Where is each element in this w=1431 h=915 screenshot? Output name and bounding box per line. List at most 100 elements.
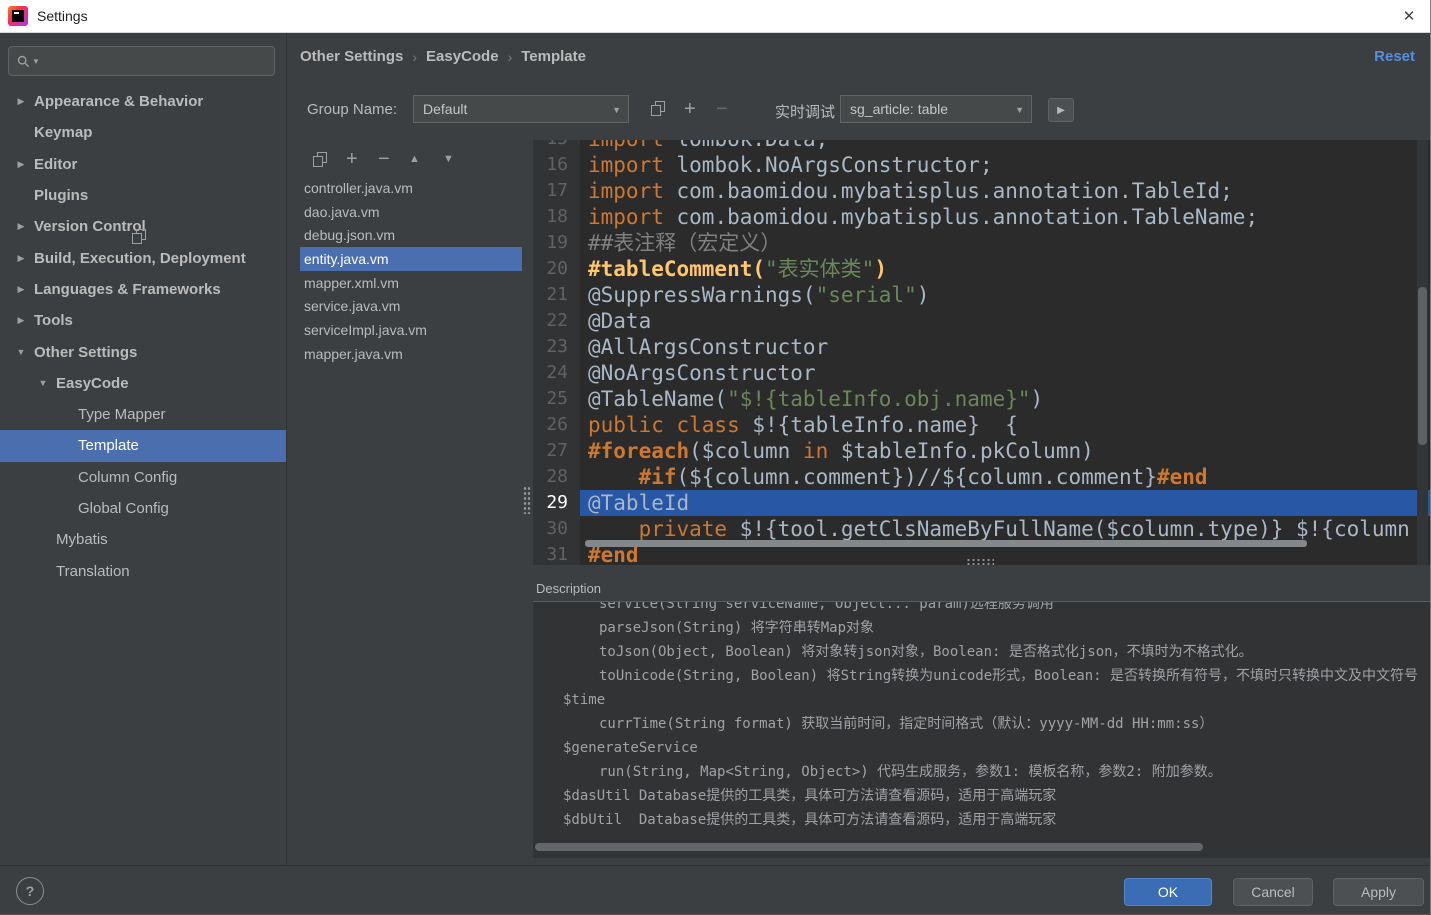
- window-title: Settings: [37, 8, 88, 24]
- code-line-29[interactable]: 29@TableId: [533, 490, 1431, 516]
- copy-template-button[interactable]: [313, 152, 327, 170]
- vertical-splitter-handle[interactable]: [523, 486, 531, 514]
- chevron-right-icon[interactable]: ▶: [14, 315, 28, 326]
- ok-button[interactable]: OK: [1124, 878, 1212, 906]
- chevron-right-icon[interactable]: ▶: [14, 96, 28, 107]
- breadcrumb-item-other-settings[interactable]: Other Settings: [300, 48, 403, 65]
- template-file-controller-java-vm[interactable]: controller.java.vm: [300, 176, 522, 200]
- group-name-value: Default: [423, 101, 467, 117]
- help-button[interactable]: ?: [16, 877, 44, 905]
- sidebar-item-languages-frameworks[interactable]: ▶ Languages & Frameworks: [0, 274, 286, 305]
- code-line-17[interactable]: 17import com.baomidou.mybatisplus.annota…: [533, 178, 1431, 204]
- line-number: 15: [533, 140, 580, 152]
- line-number: 16: [533, 152, 580, 178]
- template-file-service-java-vm[interactable]: service.java.vm: [300, 294, 522, 318]
- reset-link[interactable]: Reset: [1374, 48, 1415, 65]
- code-line-26[interactable]: 26public class $!{tableInfo.name} {: [533, 412, 1431, 438]
- template-file-serviceimpl-java-vm[interactable]: serviceImpl.java.vm: [300, 318, 522, 342]
- code-line-16[interactable]: 16import lombok.NoArgsConstructor;: [533, 152, 1431, 178]
- description-horizontal-scrollbar-thumb[interactable]: [535, 843, 1203, 851]
- sidebar-item-translation[interactable]: Translation: [0, 555, 286, 586]
- sidebar-item-appearance-behavior[interactable]: ▶Appearance & Behavior: [0, 86, 286, 117]
- code-text: #foreach($column in $tableInfo.pkColumn): [580, 438, 1431, 464]
- sidebar-item-label: Languages & Frameworks: [34, 281, 221, 298]
- settings-search-box[interactable]: ▼: [8, 46, 275, 76]
- code-line-23[interactable]: 23@AllArgsConstructor: [533, 334, 1431, 360]
- code-line-19[interactable]: 19##表注释（宏定义）: [533, 230, 1431, 256]
- sidebar-item-global-config[interactable]: Global Config: [0, 493, 286, 524]
- sidebar: ▼ ▶Appearance & BehaviorKeymap▶EditorPlu…: [0, 33, 287, 865]
- sidebar-item-label: Column Config: [78, 469, 177, 486]
- sidebar-item-version-control[interactable]: ▶Version Control: [0, 211, 286, 242]
- editor-code: 15import lombok.Data;16import lombok.NoA…: [533, 140, 1431, 565]
- code-text: @SuppressWarnings("serial"): [580, 282, 1431, 308]
- sidebar-item-build-execution-deployment[interactable]: ▶Build, Execution, Deployment: [0, 242, 286, 273]
- template-file-mapper-java-vm[interactable]: mapper.java.vm: [300, 342, 522, 366]
- code-text: import com.baomidou.mybatisplus.annotati…: [580, 204, 1431, 230]
- code-text: @TableId: [580, 490, 1431, 516]
- sidebar-item-label: Other Settings: [34, 344, 137, 361]
- sidebar-item-label: Tools: [34, 312, 73, 329]
- sidebar-item-mybatis[interactable]: Mybatis: [0, 524, 286, 555]
- debug-table-select[interactable]: sg_article: table ▼: [840, 95, 1032, 123]
- code-text: @AllArgsConstructor: [580, 334, 1431, 360]
- code-line-27[interactable]: 27#foreach($column in $tableInfo.pkColum…: [533, 438, 1431, 464]
- group-name-label: Group Name:: [307, 101, 397, 118]
- cancel-button[interactable]: Cancel: [1233, 878, 1313, 906]
- copy-icon[interactable]: [132, 229, 146, 243]
- sidebar-item-other-settings[interactable]: ▼ Other Settings: [0, 336, 286, 367]
- copy-group-button[interactable]: [651, 101, 665, 119]
- template-editor[interactable]: 15import lombok.Data;16import lombok.NoA…: [533, 140, 1431, 565]
- move-down-icon[interactable]: ▼: [443, 154, 454, 165]
- remove-template-button[interactable]: −: [378, 149, 390, 169]
- add-group-button[interactable]: +: [684, 99, 696, 119]
- sidebar-item-tools[interactable]: ▶ Tools: [0, 305, 286, 336]
- editor-horizontal-scrollbar-thumb[interactable]: [585, 540, 1307, 547]
- chevron-right-icon[interactable]: ▶: [14, 284, 28, 295]
- sidebar-item-easycode[interactable]: ▼EasyCode: [0, 368, 286, 399]
- remove-group-button[interactable]: −: [716, 99, 728, 119]
- breadcrumb-item-template[interactable]: Template: [521, 48, 586, 65]
- sidebar-item-column-config[interactable]: Column Config: [0, 462, 286, 493]
- breadcrumb-separator: ›: [508, 49, 513, 65]
- template-file-mapper-xml-vm[interactable]: mapper.xml.vm: [300, 271, 522, 295]
- line-number: 26: [533, 412, 580, 438]
- group-name-select[interactable]: Default ▼: [413, 95, 629, 123]
- apply-button[interactable]: Apply: [1333, 878, 1424, 906]
- template-file-dao-java-vm[interactable]: dao.java.vm: [300, 200, 522, 224]
- code-line-25[interactable]: 25@TableName("$!{tableInfo.obj.name}"): [533, 386, 1431, 412]
- template-file-debug-json-vm[interactable]: debug.json.vm: [300, 223, 522, 247]
- sidebar-item-editor[interactable]: ▶Editor: [0, 149, 286, 180]
- editor-vertical-scrollbar-thumb[interactable]: [1418, 287, 1427, 445]
- template-file-entity-java-vm[interactable]: entity.java.vm: [300, 247, 522, 271]
- sidebar-item-plugins[interactable]: Plugins: [0, 180, 286, 211]
- horizontal-splitter-handle[interactable]: [966, 558, 994, 566]
- copy-icon: [651, 101, 665, 115]
- sidebar-item-template[interactable]: Template: [0, 430, 286, 461]
- chevron-down-icon[interactable]: ▼: [14, 347, 28, 357]
- move-up-icon[interactable]: ▲: [409, 154, 420, 165]
- add-template-button[interactable]: +: [346, 149, 358, 169]
- search-input[interactable]: [46, 52, 266, 70]
- chevron-right-icon[interactable]: ▶: [14, 159, 28, 170]
- code-line-22[interactable]: 22@Data: [533, 308, 1431, 334]
- sidebar-item-type-mapper[interactable]: Type Mapper: [0, 399, 286, 430]
- close-icon[interactable]: ✕: [1387, 0, 1431, 32]
- sidebar-item-keymap[interactable]: Keymap: [0, 117, 286, 148]
- description-line-4: $time: [533, 688, 1431, 712]
- code-line-21[interactable]: 21@SuppressWarnings("serial"): [533, 282, 1431, 308]
- chevron-right-icon[interactable]: ▶: [14, 221, 28, 232]
- code-line-18[interactable]: 18import com.baomidou.mybatisplus.annota…: [533, 204, 1431, 230]
- code-line-30[interactable]: 30 private $!{tool.getClsNameByFullName(…: [533, 516, 1431, 542]
- code-line-28[interactable]: 28 #if(${column.comment})//${column.comm…: [533, 464, 1431, 490]
- code-line-20[interactable]: 20#tableComment("表实体类"): [533, 256, 1431, 282]
- chevron-down-icon[interactable]: ▼: [36, 378, 50, 388]
- description-panel: service(String serviceName, Object... pa…: [533, 601, 1431, 858]
- code-text: ##表注释（宏定义）: [580, 230, 1431, 256]
- chevron-right-icon[interactable]: ▶: [14, 253, 28, 264]
- chevron-down-icon: ▼: [32, 57, 40, 66]
- run-debug-button[interactable]: ▶: [1048, 98, 1074, 122]
- code-line-24[interactable]: 24@NoArgsConstructor: [533, 360, 1431, 386]
- code-line-15[interactable]: 15import lombok.Data;: [533, 140, 1431, 152]
- breadcrumb-item-easycode[interactable]: EasyCode: [426, 48, 499, 65]
